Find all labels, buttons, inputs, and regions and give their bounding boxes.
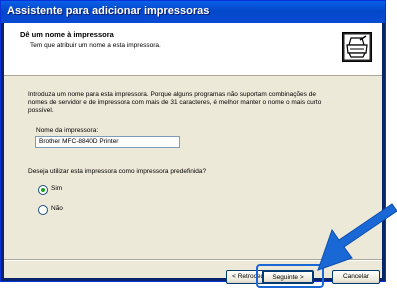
add-printer-wizard-window: Assistente para adicionar impressoras Dê… (0, 0, 386, 284)
radio-label-sim: Sim (51, 185, 63, 192)
printer-icon (342, 32, 372, 62)
printer-name-label: Nome da impressora: (36, 127, 99, 134)
radio-label-nao: Não (51, 205, 63, 212)
radio-button-unselected[interactable] (38, 205, 48, 215)
wizard-header: Dê um nome à impressora Tem que atribuir… (4, 23, 382, 76)
instructions-text: Introduza um nome para esta impressora. … (28, 91, 322, 114)
radio-dot (41, 188, 45, 192)
footer-divider (4, 259, 382, 261)
window-title: Assistente para adicionar impressoras (7, 5, 210, 17)
page-subtitle: Tem que atribuir um nome a esta impresso… (30, 42, 161, 49)
default-printer-question: Deseja utilizar esta impressora como imp… (28, 168, 207, 175)
radio-button-selected[interactable] (38, 185, 48, 195)
page-title: Dê um nome à impressora (20, 30, 114, 39)
printer-name-input[interactable]: Brother MFC-8840D Printer (35, 136, 180, 148)
title-bar[interactable]: Assistente para adicionar impressoras (1, 1, 385, 23)
wizard-client-area: Dê um nome à impressora Tem que atribuir… (4, 23, 382, 284)
cancel-button[interactable]: Cancelar (332, 270, 380, 284)
next-button-highlight (256, 264, 324, 288)
